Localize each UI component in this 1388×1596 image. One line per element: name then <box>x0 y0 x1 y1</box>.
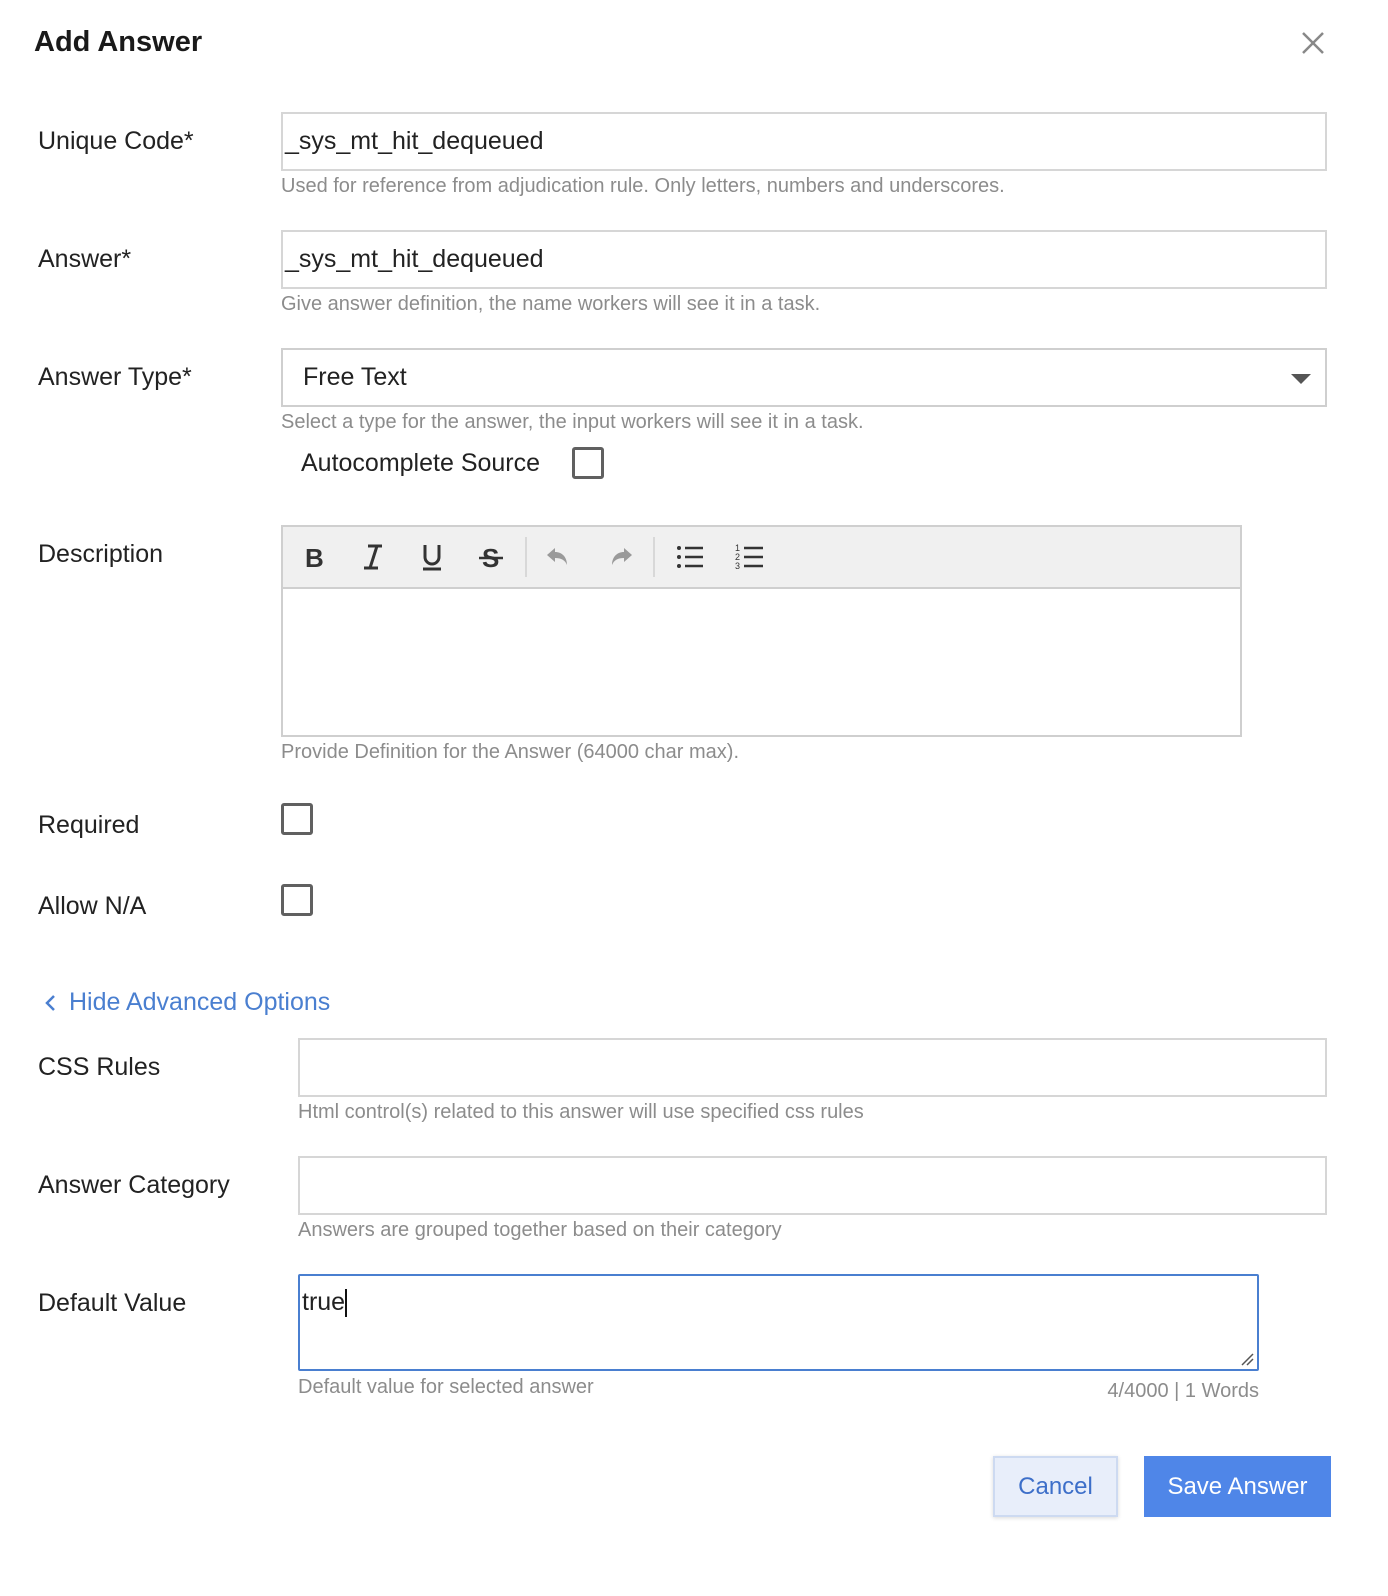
answer-label: Answer* <box>38 245 132 273</box>
description-label: Description <box>38 540 164 568</box>
resize-handle-icon[interactable] <box>1240 1352 1254 1366</box>
save-answer-button[interactable]: Save Answer <box>1144 1456 1331 1517</box>
default-value-help: Default value for selected answer <box>298 1376 594 1398</box>
underline-button[interactable] <box>415 540 449 574</box>
hide-advanced-options-link[interactable]: Hide Advanced Options <box>42 988 330 1017</box>
svg-text:B: B <box>305 543 324 573</box>
answer-type-help: Select a type for the answer, the input … <box>281 411 864 433</box>
undo-icon <box>547 548 567 565</box>
hide-advanced-options-label: Hide Advanced Options <box>69 988 331 1016</box>
redo-icon <box>612 548 632 565</box>
allow-na-checkbox[interactable] <box>281 884 313 916</box>
css-rules-help: Html control(s) related to this answer w… <box>298 1101 864 1123</box>
description-editor: B S 123 <box>281 525 1242 737</box>
strikethrough-button[interactable]: S <box>474 540 508 574</box>
close-button[interactable] <box>1296 26 1330 60</box>
bold-icon: B <box>305 543 324 573</box>
chevron-down-icon <box>1291 374 1311 384</box>
allow-na-label: Allow N/A <box>38 892 147 920</box>
text-cursor <box>345 1289 348 1318</box>
toolbar-divider <box>525 537 527 577</box>
unique-code-label: Unique Code* <box>38 127 194 155</box>
chevron-left-icon <box>45 994 55 1011</box>
numbered-list-button[interactable]: 123 <box>733 540 767 574</box>
answer-category-input[interactable] <box>298 1156 1327 1215</box>
undo-button[interactable] <box>541 540 575 574</box>
dialog-title: Add Answer <box>34 26 203 58</box>
toolbar-divider <box>653 537 655 577</box>
answer-type-label: Answer Type* <box>38 363 192 391</box>
default-value-label: Default Value <box>38 1289 187 1317</box>
redo-button[interactable] <box>604 540 638 574</box>
strikethrough-icon: S <box>479 543 503 573</box>
editor-toolbar: B S 123 <box>283 527 1240 589</box>
default-value-text: true <box>302 1288 346 1316</box>
unique-code-input[interactable]: _sys_mt_hit_dequeued <box>281 112 1327 171</box>
bulleted-list-icon <box>677 546 703 568</box>
css-rules-label: CSS Rules <box>38 1053 161 1081</box>
required-checkbox[interactable] <box>281 803 313 835</box>
description-help: Provide Definition for the Answer (64000… <box>281 741 739 763</box>
bulleted-list-button[interactable] <box>673 540 707 574</box>
default-value-counter: 4/4000 | 1 Words <box>1107 1380 1259 1402</box>
css-rules-input[interactable] <box>298 1038 1327 1097</box>
required-label: Required <box>38 811 140 839</box>
answer-type-selected: Free Text <box>303 363 407 391</box>
default-value-textarea[interactable]: true <box>298 1274 1259 1371</box>
description-content-area[interactable] <box>283 589 1240 735</box>
close-icon <box>1302 32 1324 54</box>
svg-text:3: 3 <box>735 561 740 571</box>
answer-category-help: Answers are grouped together based on th… <box>298 1219 782 1241</box>
unique-code-help: Used for reference from adjudication rul… <box>281 175 1005 197</box>
answer-input[interactable]: _sys_mt_hit_dequeued <box>281 230 1327 289</box>
underline-icon <box>423 545 441 571</box>
autocomplete-source-label: Autocomplete Source <box>301 449 541 477</box>
answer-help: Give answer definition, the name workers… <box>281 293 821 315</box>
cancel-button[interactable]: Cancel <box>993 1456 1118 1517</box>
italic-button[interactable] <box>356 540 390 574</box>
answer-type-select[interactable]: Free Text <box>281 348 1327 407</box>
bold-button[interactable]: B <box>297 540 331 574</box>
numbered-list-icon: 123 <box>735 543 763 571</box>
autocomplete-source-checkbox[interactable] <box>572 447 604 479</box>
answer-category-label: Answer Category <box>38 1171 230 1199</box>
italic-icon <box>364 544 382 570</box>
